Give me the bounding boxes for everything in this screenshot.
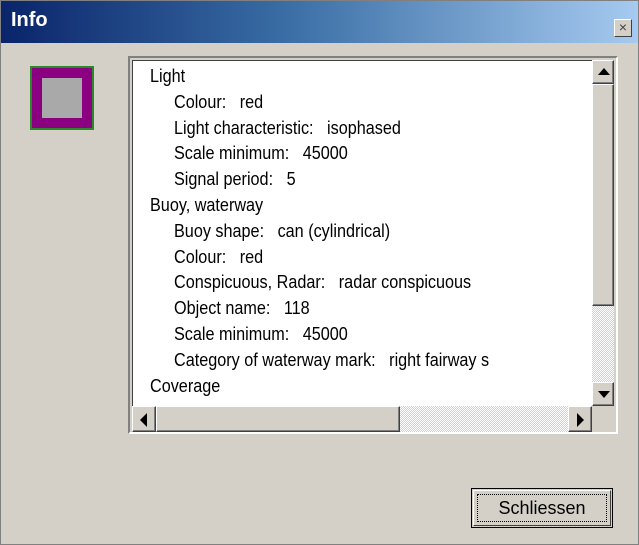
- arrow-up-icon: [598, 68, 610, 75]
- attribute-line: Scale minimum: 45000: [174, 143, 348, 164]
- info-listbox-viewport: Light Colour: red Light characteristic: is…: [132, 60, 614, 432]
- schliessen-button-label: Schliessen: [498, 498, 586, 518]
- symbol-preview-fill: [42, 78, 82, 118]
- attribute-line: Light characteristic: isophased: [174, 117, 401, 138]
- attribute-line: Object name: 118: [174, 298, 310, 319]
- info-dialog: Info × Light Colour: red Light characteris…: [0, 0, 639, 545]
- arrow-right-icon: [577, 413, 584, 427]
- attribute-line: Buoy shape: can (cylindrical): [174, 220, 391, 241]
- info-listbox[interactable]: Light Colour: red Light characteristic: is…: [128, 56, 618, 434]
- attribute-line: Category of waterway mark: right fairway…: [174, 349, 490, 370]
- arrow-left-icon: [140, 413, 147, 427]
- vertical-scroll-thumb[interactable]: [592, 84, 614, 306]
- attribute-line: Signal period: 5: [174, 169, 296, 190]
- window-title: Info: [11, 9, 48, 31]
- scroll-right-button[interactable]: [568, 406, 592, 432]
- info-list-content: Light Colour: red Light characteristic: is…: [132, 60, 592, 406]
- horizontal-scrollbar[interactable]: [132, 406, 592, 432]
- object-heading: Buoy, waterway: [150, 195, 264, 215]
- scroll-left-button[interactable]: [132, 406, 156, 432]
- title-bar[interactable]: Info ×: [1, 1, 638, 43]
- attribute-line: Colour: red: [174, 91, 264, 112]
- vertical-scrollbar[interactable]: [592, 60, 614, 406]
- object-heading: Coverage: [150, 375, 221, 396]
- symbol-preview: [30, 66, 94, 130]
- attribute-line: Colour: red: [174, 246, 264, 267]
- scroll-up-button[interactable]: [592, 60, 614, 84]
- schliessen-button[interactable]: Schliessen: [471, 488, 613, 528]
- horizontal-scroll-thumb[interactable]: [156, 406, 400, 432]
- close-icon[interactable]: ×: [614, 19, 632, 37]
- attribute-line: Conspicuous, Radar: radar conspicuous: [174, 272, 472, 293]
- scroll-down-button[interactable]: [592, 382, 614, 406]
- attribute-line: Scale minimum: 45000: [174, 324, 348, 344]
- scrollbar-corner: [592, 406, 614, 432]
- object-heading: Light: [150, 66, 186, 86]
- arrow-down-icon: [598, 391, 610, 398]
